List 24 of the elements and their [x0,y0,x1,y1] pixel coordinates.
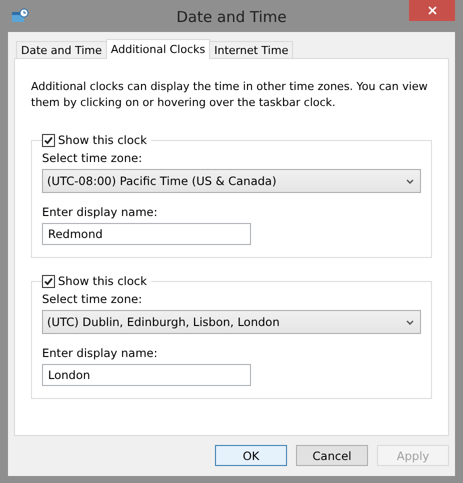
checkbox[interactable] [42,274,55,288]
close-icon [428,6,436,15]
tab[interactable]: Internet Time [209,41,294,58]
checkbox-label: Show this clock [58,274,147,288]
field-label: Select time zone: [42,292,144,306]
field-label: Enter display name: [42,205,158,219]
clock-calendar-icon [11,8,29,24]
tab[interactable]: Additional Clocks [106,39,210,59]
window-title: Date and Time [175,7,288,26]
checkbox-label: Show this clock [58,133,147,147]
description-text: Additional clocks can display the time in other time zones. You can view them by clicking on or hovering over the taskbar clock. [31,79,429,111]
display-name-field[interactable]: London [42,364,251,386]
tab[interactable]: Date and Time [16,41,107,58]
dialog-button[interactable]: OK [215,445,287,466]
dialog-button[interactable]: Cancel [296,445,368,466]
time-zone-dropdown[interactable]: (UTC-08:00) Pacific Time (US & Canada) [42,169,421,193]
field-label: Enter display name: [42,346,158,360]
display-name-field[interactable]: Redmond [42,223,251,245]
chevron-down-icon [406,320,414,324]
checkbox[interactable] [42,134,55,146]
chevron-down-icon [406,178,414,184]
close-button[interactable] [409,0,455,21]
time-zone-dropdown[interactable]: (UTC) Dublin, Edinburgh, Lisbon, London [42,310,421,334]
field-label: Select time zone: [42,151,144,165]
